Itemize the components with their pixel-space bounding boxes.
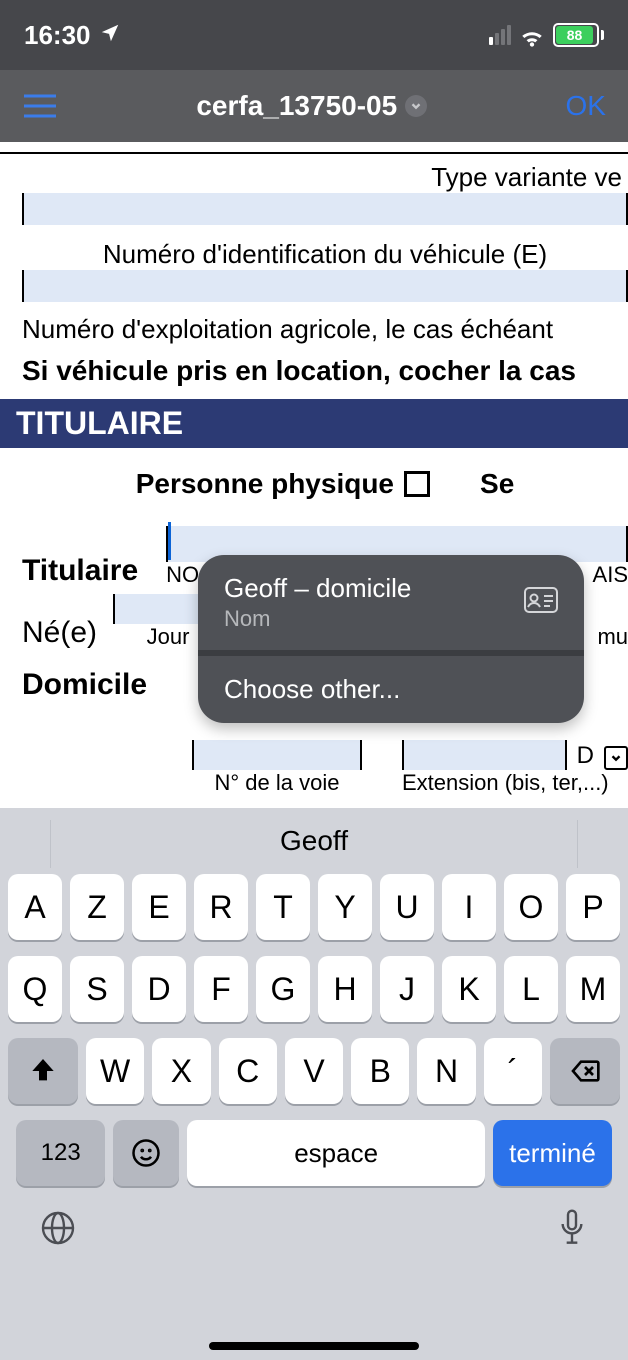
form-label: Né(e) [22, 616, 97, 650]
form-label: Numéro d'exploitation agricole, le cas é… [22, 314, 628, 345]
key-b[interactable]: B [351, 1038, 409, 1104]
key-row-3: WXCVBN´ [8, 1038, 620, 1104]
key-q[interactable]: Q [8, 956, 62, 1022]
form-label: Numéro d'identification du véhicule (E) [22, 239, 628, 270]
form-label: Si véhicule pris en location, cocher la … [22, 355, 628, 387]
key-row-1: AZERTYUIOP [8, 874, 620, 940]
ok-button[interactable]: OK [566, 90, 606, 122]
backspace-key[interactable] [550, 1038, 620, 1104]
form-sublabel: NO [166, 562, 199, 588]
key-z[interactable]: Z [70, 874, 124, 940]
prediction-bar: Geoff [0, 808, 628, 874]
key-x[interactable]: X [152, 1038, 210, 1104]
outline-menu-icon[interactable] [22, 92, 58, 120]
dictation-key[interactable] [556, 1208, 588, 1253]
key-l[interactable]: L [504, 956, 558, 1022]
key-j[interactable]: J [380, 956, 434, 1022]
wifi-icon [519, 25, 545, 45]
key-´[interactable]: ´ [484, 1038, 542, 1104]
key-m[interactable]: M [566, 956, 620, 1022]
key-n[interactable]: N [417, 1038, 475, 1104]
key-s[interactable]: S [70, 956, 124, 1022]
location-arrow-icon [99, 20, 121, 51]
section-header-titulaire: TITULAIRE [0, 399, 628, 448]
key-f[interactable]: F [194, 956, 248, 1022]
form-label: Domicile [22, 668, 147, 701]
key-h[interactable]: H [318, 956, 372, 1022]
key-a[interactable]: A [8, 874, 62, 940]
form-field-extension[interactable] [402, 740, 567, 770]
form-sublabel: N° de la voie [192, 770, 362, 796]
form-sublabel: mu [597, 624, 628, 650]
key-p[interactable]: P [566, 874, 620, 940]
key-c[interactable]: C [219, 1038, 277, 1104]
key-k[interactable]: K [442, 956, 496, 1022]
key-v[interactable]: V [285, 1038, 343, 1104]
key-d[interactable]: D [132, 956, 186, 1022]
prediction-candidate[interactable]: Geoff [0, 808, 628, 874]
autofill-popover: Geoff – domicile Nom Choose other... [198, 555, 584, 723]
form-sublabel: Extension (bis, ter,...) [402, 770, 628, 796]
globe-key[interactable] [40, 1210, 76, 1251]
document-title[interactable]: cerfa_13750-05 [196, 90, 427, 122]
battery-percent: 88 [567, 27, 583, 43]
form-label: Titulaire [22, 554, 138, 588]
status-time: 16:30 [24, 20, 91, 51]
home-indicator[interactable] [209, 1342, 419, 1350]
key-w[interactable]: W [86, 1038, 144, 1104]
key-u[interactable]: U [380, 874, 434, 940]
shift-key[interactable] [8, 1038, 78, 1104]
key-t[interactable]: T [256, 874, 310, 940]
form-sublabel: AIS [593, 562, 628, 588]
done-key[interactable]: terminé [493, 1120, 612, 1186]
autofill-choose-other-label: Choose other... [224, 674, 400, 705]
text-cursor [168, 522, 171, 560]
autofill-field-name: Nom [224, 606, 411, 632]
keyboard: Geoff AZERTYUIOP QSDFGHJKLM WXCVBN´ 123 … [0, 808, 628, 1360]
key-i[interactable]: I [442, 874, 496, 940]
form-label: Type variante ve [22, 162, 628, 193]
chevron-down-icon [405, 95, 427, 117]
key-y[interactable]: Y [318, 874, 372, 940]
form-label: Se [480, 468, 514, 500]
autofill-choose-other[interactable]: Choose other... [198, 656, 584, 723]
key-e[interactable]: E [132, 874, 186, 940]
chevron-down-icon[interactable] [604, 746, 628, 770]
key-r[interactable]: R [194, 874, 248, 940]
form-label: Personne physique [136, 468, 394, 500]
cell-signal-icon [489, 25, 511, 45]
form-field-type-variante[interactable] [22, 193, 628, 225]
autofill-contact-name: Geoff – domicile [224, 573, 411, 604]
key-g[interactable]: G [256, 956, 310, 1022]
form-field-vin[interactable] [22, 270, 628, 302]
numbers-key[interactable]: 123 [16, 1120, 105, 1186]
key-o[interactable]: O [504, 874, 558, 940]
status-bar: 16:30 88 [0, 0, 628, 70]
space-key[interactable]: espace [187, 1120, 485, 1186]
autofill-suggestion[interactable]: Geoff – domicile Nom [198, 555, 584, 650]
emoji-key[interactable] [113, 1120, 179, 1186]
battery-icon: 88 [553, 23, 604, 47]
checkbox-personne-physique[interactable] [404, 471, 430, 497]
document-title-label: cerfa_13750-05 [196, 90, 397, 122]
nav-bar: cerfa_13750-05 OK [0, 70, 628, 142]
form-sublabel: D [577, 742, 594, 770]
contact-card-icon [524, 587, 558, 618]
form-field-nvoie[interactable] [192, 740, 362, 770]
key-row-2: QSDFGHJKLM [8, 956, 620, 1022]
